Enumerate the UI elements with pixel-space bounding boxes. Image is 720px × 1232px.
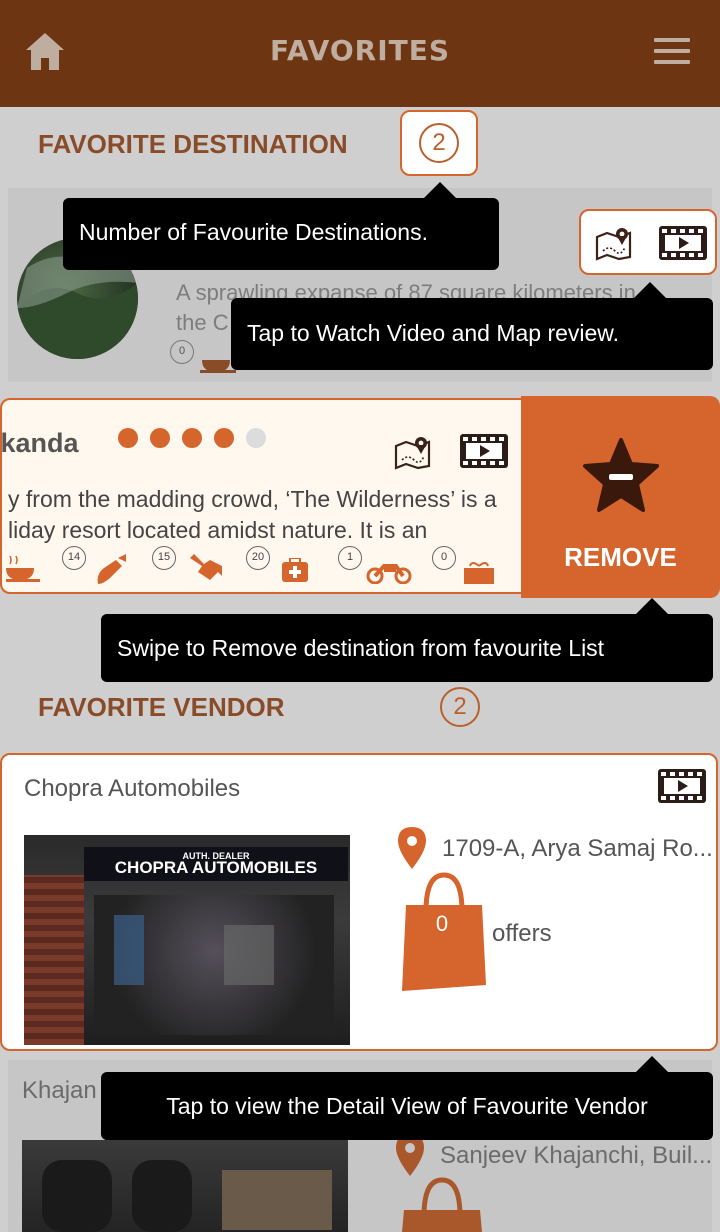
video-icon[interactable] [460, 434, 508, 468]
map-icon[interactable] [595, 225, 633, 261]
mechanic-icon [190, 554, 222, 580]
location-pin-icon [396, 1134, 424, 1176]
destination-description-line2: liday resort located amidst nature. It i… [8, 517, 428, 543]
video-map-highlight [579, 209, 717, 275]
tooltip-remove: Swipe to Remove destination from favouri… [101, 614, 713, 682]
amenity-count: 20 [246, 546, 270, 570]
gift-icon [464, 562, 494, 584]
vendor-2-photo [22, 1140, 348, 1232]
vendor-name: Chopra Automobiles [24, 775, 241, 802]
hamburger-menu-icon[interactable] [654, 38, 690, 66]
star-remove-icon [583, 438, 659, 512]
cafe-icon [6, 556, 40, 582]
tooltip-destination-count: Number of Favourite Destinations. [63, 198, 499, 270]
page-title: FAVORITES [269, 34, 451, 67]
destination-count-highlight: 2 [400, 110, 478, 176]
vendor-2-address: Sanjeev Khajanchi, Buil... [440, 1142, 713, 1169]
tooltip-vendor: Tap to view the Detail View of Favourite… [101, 1072, 713, 1140]
offers-count: 0 [435, 911, 449, 936]
vendor-card-1[interactable]: Chopra Automobiles AUTH. DEALER CHOPRA A… [0, 753, 718, 1051]
map-icon[interactable] [394, 434, 432, 470]
destination-description-line1: y from the madding crowd, ‘The Wildernes… [8, 486, 497, 512]
vendor-photo: AUTH. DEALER CHOPRA AUTOMOBILES [24, 835, 350, 1045]
tooltip-arrow [636, 1056, 668, 1072]
destination-1-description-line2: the C [176, 310, 229, 335]
rating-dot [214, 428, 234, 448]
tooltip-arrow [634, 282, 666, 298]
vendor-section-title: FAVORITE VENDOR [38, 692, 285, 722]
tooltip-video-map: Tap to Watch Video and Map review. [231, 298, 713, 370]
location-pin-icon [398, 827, 426, 869]
app-header: FAVORITES [0, 0, 720, 107]
video-icon[interactable] [659, 226, 707, 260]
amenity-count: 1 [338, 546, 362, 570]
shopping-bag-icon [402, 1177, 482, 1232]
rating-dot [118, 428, 138, 448]
remove-button[interactable]: REMOVE [521, 396, 720, 598]
vendor-2-name: Khajan [22, 1077, 97, 1104]
vendor-shop-sign: AUTH. DEALER CHOPRA AUTOMOBILES [84, 847, 348, 881]
destination-1-amenity-count: 0 [170, 340, 194, 364]
destination-name: rkanda [0, 428, 79, 458]
sign-subtitle: AUTH. DEALER [182, 851, 250, 861]
video-icon[interactable] [658, 769, 706, 803]
amenity-count: 14 [62, 546, 86, 570]
remove-label: REMOVE [564, 542, 677, 572]
destination-card-2[interactable]: rkanda y from the madding crowd, ‘The Wi… [0, 398, 522, 594]
medical-icon [282, 558, 308, 582]
rating-dot [182, 428, 202, 448]
destination-section-header: FAVORITE DESTINATION [0, 107, 720, 187]
tooltip-arrow [424, 182, 456, 198]
destination-count-badge: 2 [419, 123, 459, 163]
vendor-count-badge: 2 [440, 687, 480, 727]
rating-dots [118, 428, 278, 453]
rating-dot [246, 428, 266, 448]
rating-dot [150, 428, 170, 448]
offers-label: offers [492, 920, 552, 947]
tooltip-arrow [636, 598, 668, 614]
amenity-count: 0 [432, 546, 456, 570]
vendor-address: 1709-A, Arya Samaj Ro... [442, 835, 713, 862]
motorbike-icon [366, 564, 412, 584]
fuel-icon [97, 554, 126, 584]
amenity-count: 15 [152, 546, 176, 570]
destination-section-title: FAVORITE DESTINATION [38, 129, 348, 159]
